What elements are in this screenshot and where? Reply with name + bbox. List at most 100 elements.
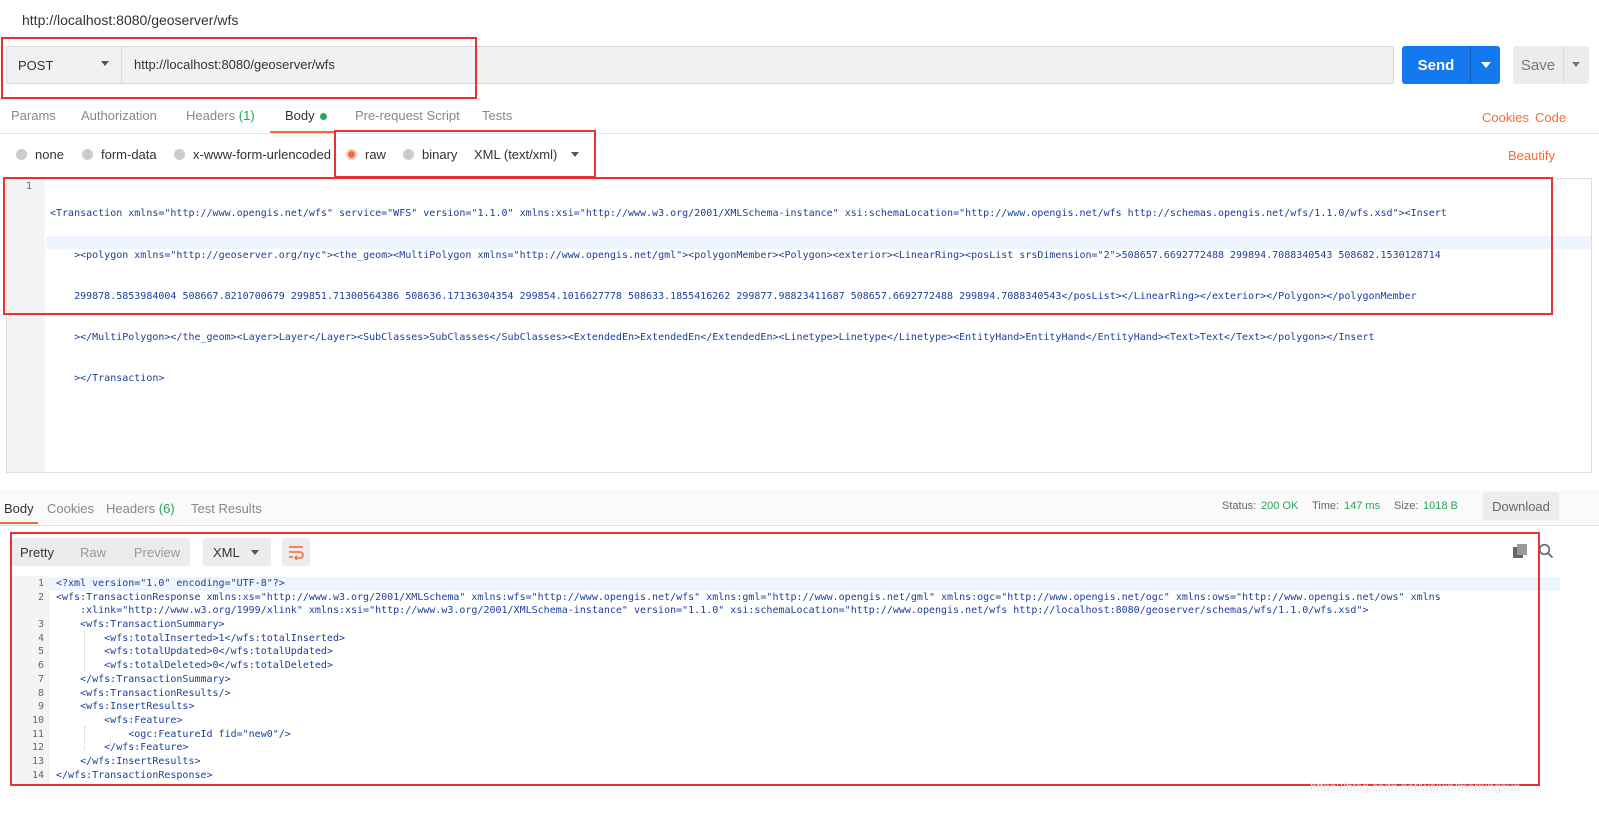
download-button[interactable]: Download <box>1483 492 1559 520</box>
radio-label: binary <box>422 147 458 162</box>
tab-label: Pre-request Script <box>355 108 460 123</box>
code-line: 299878.5853984004 508667.8210700679 2998… <box>50 290 1417 302</box>
copy-icon[interactable] <box>1512 543 1528 564</box>
search-icon[interactable] <box>1538 543 1554 564</box>
radio-form-data[interactable]: form-data <box>82 147 157 162</box>
code-line: </wfs:TransactionResponse> <box>56 769 213 781</box>
tab-headers[interactable]: Headers (1) <box>186 108 255 123</box>
radio-icon <box>403 149 414 160</box>
format-pretty[interactable]: Pretty <box>12 538 62 566</box>
time-value: 147 ms <box>1344 500 1380 512</box>
tab-authorization[interactable]: Authorization <box>81 108 157 123</box>
body-indicator-dot <box>319 113 327 121</box>
format-raw[interactable]: Raw <box>62 538 124 566</box>
content-type-select[interactable]: XML (text/xml) <box>474 147 580 162</box>
status-value: 200 OK <box>1261 500 1298 512</box>
response-type-select[interactable]: XML <box>203 538 271 566</box>
size-amount: 1018 B <box>1423 500 1458 512</box>
beautify-link[interactable]: Beautify <box>1508 148 1555 163</box>
code-line: </wfs:InsertResults> <box>56 755 201 767</box>
line-number: 12 <box>31 742 44 754</box>
window-title: http://localhost:8080/geoserver/wfs <box>22 12 239 28</box>
response-line: 1 <?xml version="1.0" encoding="UTF-8"?> <box>12 577 1441 591</box>
code-line: <wfs:totalDeleted>0</wfs:totalDeleted> <box>56 660 333 672</box>
response-line: 7 </wfs:TransactionSummary> <box>12 673 1441 687</box>
code-line: <Transaction xmlns="http://www.opengis.n… <box>50 208 1447 220</box>
method-label: POST <box>18 57 54 73</box>
size-value: 1018 B <box>1423 500 1458 512</box>
line-number: 6 <box>37 660 44 672</box>
format-preview[interactable]: Preview <box>124 538 190 566</box>
radio-urlencoded[interactable]: x-www-form-urlencoded <box>174 147 331 162</box>
tab-params[interactable]: Params <box>11 108 56 123</box>
active-tab-underline <box>270 131 334 133</box>
radio-label: x-www-form-urlencoded <box>193 147 331 162</box>
headers-count: (6) <box>158 501 175 516</box>
status-code: 200 OK <box>1261 500 1299 512</box>
chevron-down-icon <box>571 152 580 157</box>
time-amount: 147 ms <box>1344 500 1381 512</box>
response-line: :xlink="http://www.w3.org/1999/xlink" xm… <box>12 604 1441 618</box>
tab-pre-request-script[interactable]: Pre-request Script <box>355 108 460 123</box>
tab-label: Body <box>285 108 315 123</box>
tab-tests[interactable]: Tests <box>482 108 512 123</box>
request-body-code: <Transaction xmlns="http://www.opengis.n… <box>50 180 1447 399</box>
save-options-chevron-icon[interactable] <box>1563 46 1589 84</box>
line-number: 2 <box>37 591 44 603</box>
code-line: <wfs:totalInserted>1</wfs:totalInserted> <box>56 632 345 644</box>
response-line: 6 <wfs:totalDeleted>0</wfs:totalDeleted> <box>12 659 1441 673</box>
status-label: Status: <box>1222 500 1257 512</box>
radio-none[interactable]: none <box>16 147 64 162</box>
response-tab-body[interactable]: Body <box>4 501 34 516</box>
tab-label: Tests <box>482 108 513 123</box>
cookies-link[interactable]: Cookies <box>1482 110 1529 125</box>
chevron-down-icon <box>101 61 109 66</box>
code-line: </wfs:TransactionSummary> <box>56 673 231 685</box>
response-tab-test-results[interactable]: Test Results <box>191 501 262 516</box>
wrap-lines-icon[interactable] <box>282 538 310 566</box>
code-line: <wfs:totalUpdated>0</wfs:totalUpdated> <box>56 646 333 658</box>
line-number: 8 <box>37 687 44 699</box>
code-line: <wfs:TransactionResponse xmlns:xs="http:… <box>56 591 1441 603</box>
line-number: 10 <box>31 714 44 726</box>
active-response-tab-underline <box>0 522 38 524</box>
time-label: Time: <box>1312 500 1340 512</box>
code-line: <wfs:TransactionSummary> <box>56 619 225 631</box>
url-input[interactable]: http://localhost:8080/geoserver/wfs <box>134 57 335 72</box>
response-tab-headers[interactable]: Headers (6) <box>106 501 175 516</box>
response-tab-cookies[interactable]: Cookies <box>47 501 94 516</box>
watermark: https://blog.csdn.net/weixin/morningsun <box>1310 780 1521 794</box>
response-line: 4 <wfs:totalInserted>1</wfs:totalInserte… <box>12 632 1441 646</box>
radio-label: raw <box>365 147 386 162</box>
response-body-code: 1 <?xml version="1.0" encoding="UTF-8"?> 2… <box>12 577 1441 782</box>
response-line: 10 <wfs:Feature> <box>12 714 1441 728</box>
headers-count: (1) <box>238 108 255 123</box>
radio-raw[interactable]: raw <box>346 147 386 162</box>
response-line: 14 </wfs:TransactionResponse> <box>12 769 1441 783</box>
editor-gutter <box>7 179 45 472</box>
radio-icon <box>82 149 93 160</box>
radio-binary[interactable]: binary <box>403 147 457 162</box>
line-number: 4 <box>37 632 44 644</box>
code-line: ></Transaction> <box>50 372 165 384</box>
tab-label: Params <box>11 108 56 123</box>
method-select[interactable]: POST <box>6 46 122 84</box>
line-number: 5 <box>37 646 44 658</box>
response-line: 11 <ogc:FeatureId fid="new0"/> <box>12 728 1441 742</box>
code-line: :xlink="http://www.w3.org/1999/xlink" xm… <box>56 605 1369 617</box>
response-line: 5 <wfs:totalUpdated>0</wfs:totalUpdated> <box>12 645 1441 659</box>
search-icon-svg <box>1538 543 1554 559</box>
copy-icon-svg <box>1513 544 1527 558</box>
save-button[interactable]: Save <box>1513 46 1563 84</box>
code-line: <wfs:TransactionResults/> <box>56 687 231 699</box>
code-link[interactable]: Code <box>1535 110 1566 125</box>
send-button[interactable]: Send <box>1402 46 1470 84</box>
radio-label: none <box>35 147 64 162</box>
send-options-chevron-icon[interactable] <box>1470 46 1500 84</box>
tab-body[interactable]: Body <box>285 108 327 123</box>
code-line: ><polygon xmlns="http://geoserver.org/ny… <box>50 249 1441 261</box>
line-number: 1 <box>37 578 44 589</box>
code-line: </wfs:Feature> <box>56 742 189 754</box>
size-label: Size: <box>1394 500 1419 512</box>
line-number: 9 <box>37 701 44 713</box>
